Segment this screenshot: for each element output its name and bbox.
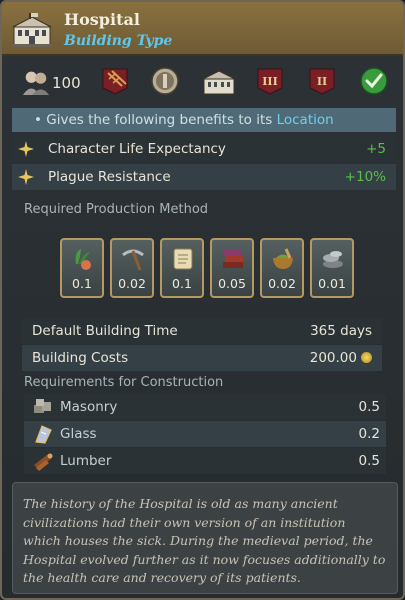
benefit-value: +10% [344,169,386,185]
building-time-label: Default Building Time [32,323,178,339]
building-icon[interactable] [202,66,236,96]
books-icon [223,250,243,268]
building-cost-value-wrap: 200.00 [310,350,372,366]
building-tooltip-panel: Hospital Building Type 100 III II • Give… [0,0,405,600]
building-time-value: 365 days [310,323,372,339]
requirement-label: Lumber [60,453,112,469]
benefit-row: Character Life Expectancy +5 [12,136,396,162]
people-count: 100 [52,74,81,92]
production-item[interactable]: 0.05 [210,238,254,298]
production-item[interactable]: 0.02 [260,238,304,298]
benefits-intro: • Gives the following benefits to its Lo… [12,108,396,132]
people-icon [22,71,50,95]
coin-icon [361,352,372,363]
requirement-value: 0.5 [358,399,380,415]
production-title: Required Production Method [24,202,209,217]
requirement-label: Masonry [60,399,118,415]
mortar-icon [273,248,293,269]
production-amount: 0.02 [268,276,296,291]
hospital-building-icon [12,13,52,47]
rank-two-badge-icon[interactable]: II [307,66,337,96]
badge-row: 100 III II [2,58,403,108]
production-amount: 0.05 [218,276,246,291]
rank-three-label: III [262,75,277,88]
production-item[interactable]: 0.1 [60,238,104,298]
star-icon [18,141,34,157]
building-title: Hospital [64,10,140,29]
requirement-label: Glass [60,426,97,442]
production-item[interactable]: 0.01 [310,238,354,298]
pickaxe-icon [122,249,144,271]
requirement-value: 0.2 [358,426,380,442]
benefit-row: Plague Resistance +10% [12,164,396,190]
building-time-row: Default Building Time 365 days [22,318,382,344]
requirement-row: Lumber 0.5 [24,448,386,474]
railway-icon[interactable] [100,66,130,96]
rank-three-badge-icon[interactable]: III [255,66,285,96]
metal-ingots-icon [323,251,343,268]
production-amount: 0.1 [72,276,92,291]
building-cost-value: 200.00 [309,350,357,366]
herb-icon [75,249,91,270]
checkmark-icon[interactable] [359,66,389,96]
requirements-title: Requirements for Construction [24,375,224,390]
star-icon [18,169,34,185]
building-cost-label: Building Costs [32,350,129,366]
masonry-icon [34,399,51,413]
requirement-row: Masonry 0.5 [24,394,386,420]
building-description: The history of the Hospital is old as ma… [12,482,398,594]
production-item[interactable]: 0.1 [160,238,204,298]
benefits-intro-text: • Gives the following benefits to its [34,112,277,128]
requirement-row: Glass 0.2 [24,421,386,447]
building-subtitle: Building Type [64,33,173,49]
rank-two-label: II [317,75,327,88]
location-link[interactable]: Location [277,112,334,128]
production-item[interactable]: 0.02 [110,238,154,298]
lumber-icon [34,453,53,471]
benefit-label: Plague Resistance [48,169,171,185]
requirement-value: 0.5 [358,453,380,469]
production-amount: 0.02 [118,276,146,291]
tooltip-header: Hospital Building Type [2,2,403,56]
building-cost-row: Building Costs 200.00 [22,345,382,371]
scroll-icon [173,248,193,270]
production-amount: 0.1 [172,276,192,291]
benefit-value: +5 [366,141,386,157]
benefit-label: Character Life Expectancy [48,141,226,157]
religion-emblem-icon[interactable] [150,66,180,96]
production-amount: 0.01 [318,276,346,291]
glass-icon [35,425,52,444]
